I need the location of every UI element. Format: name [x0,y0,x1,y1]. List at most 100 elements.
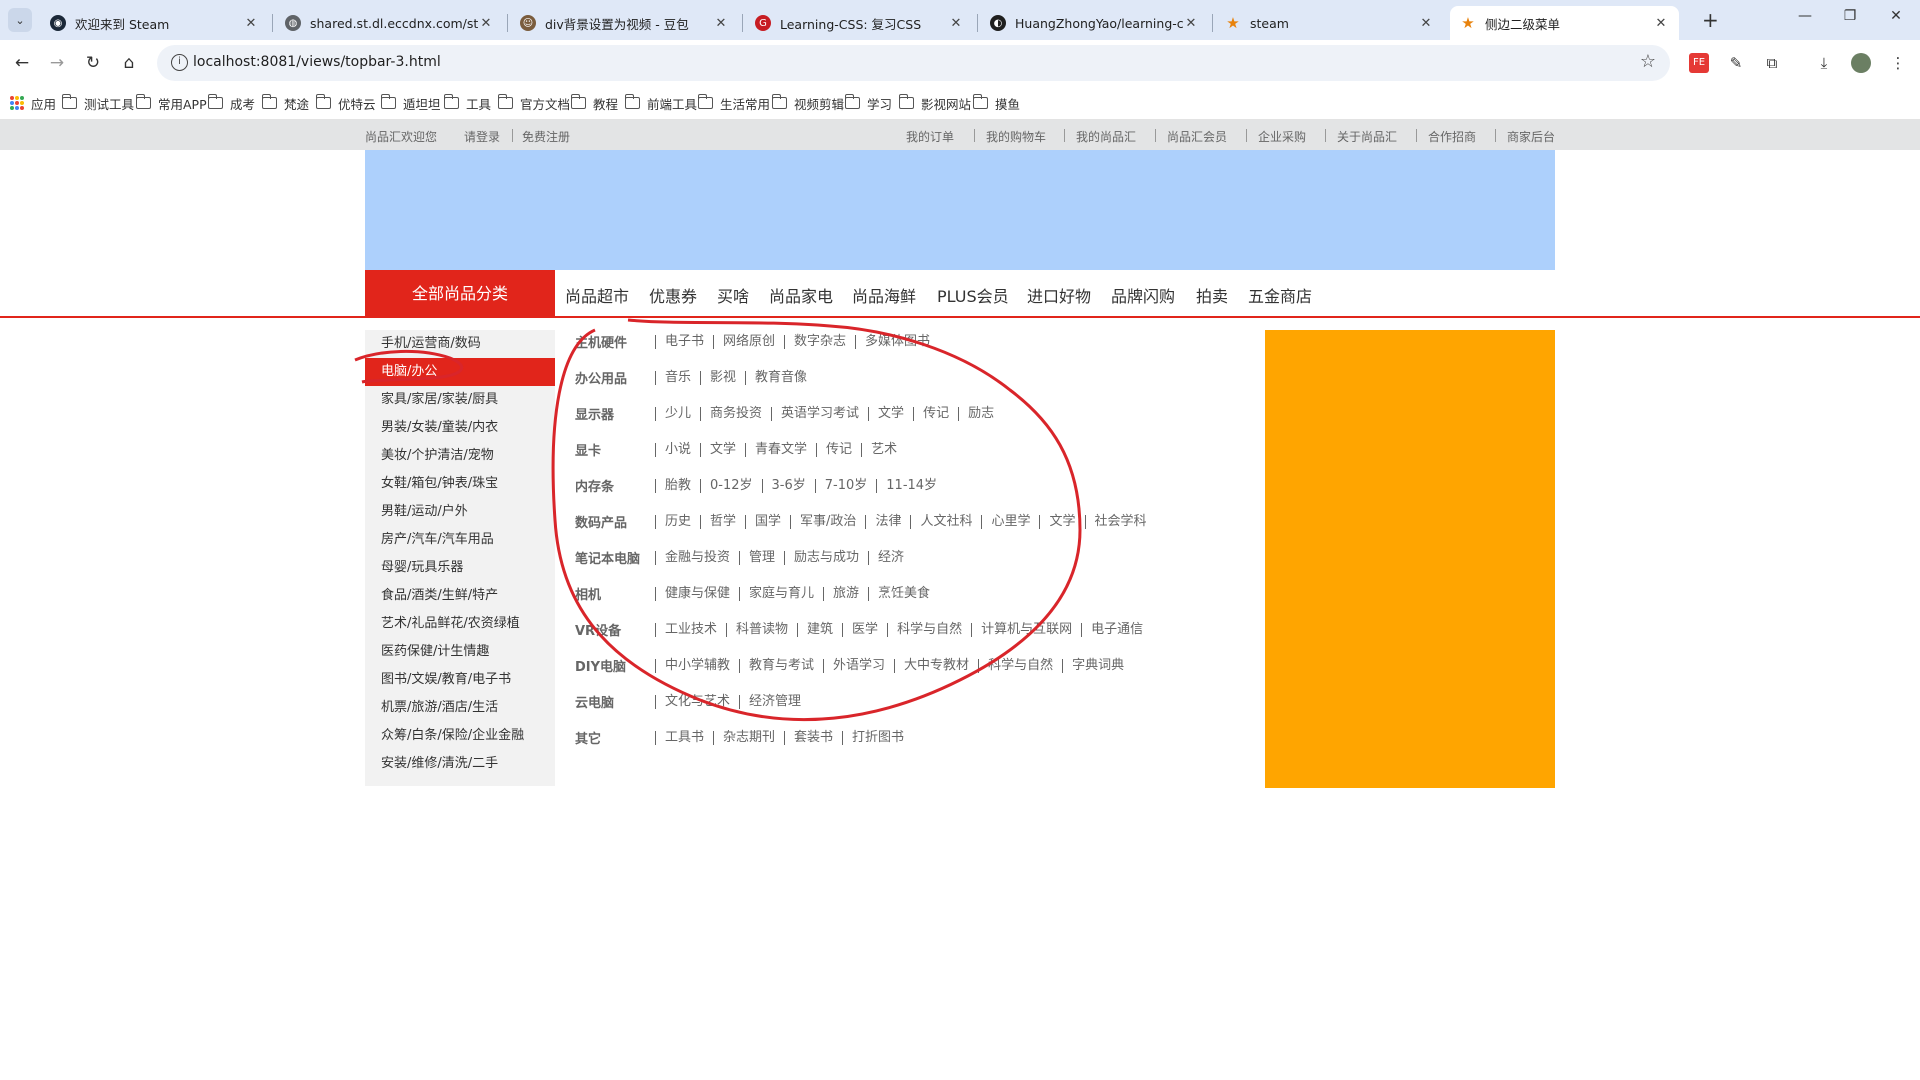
address-bar[interactable]: i localhost:8081/views/topbar-3.html ☆ [157,45,1670,81]
submenu-title[interactable]: 相机 [575,584,655,603]
restore-button[interactable]: ❐ [1830,8,1870,24]
submenu-link[interactable]: 网络原创 [713,335,784,349]
topbar-link[interactable]: 我的购物车 [986,128,1046,145]
bookmark-folder[interactable]: 摸鱼 [972,94,1020,112]
submenu-link[interactable]: 音乐 [655,371,700,385]
submenu-link[interactable]: 文学 [1039,515,1084,529]
submenu-link[interactable]: 英语学习考试 [771,407,868,421]
forward-icon[interactable]: → [45,52,69,76]
submenu-link[interactable]: 影视 [700,371,745,385]
sidebar-category[interactable]: 美妆/个护清洁/宠物 [365,442,555,470]
submenu-link[interactable]: 商务投资 [700,407,771,421]
submenu-title[interactable]: VR设备 [575,620,655,639]
bookmark-folder[interactable]: 梵途 [261,94,309,112]
submenu-link[interactable]: 医学 [842,623,887,637]
sidebar-category[interactable]: 食品/酒类/生鲜/特产 [365,582,555,610]
bookmark-star-icon[interactable]: ☆ [1640,51,1656,72]
tab-search-button[interactable]: ⌄ [8,8,32,32]
submenu-link[interactable]: 哲学 [700,515,745,529]
submenu-link[interactable]: 文化与艺术 [655,695,739,709]
login-link[interactable]: 请登录 [464,128,500,145]
nav-link[interactable]: PLUS会员 [937,283,1009,307]
close-tab-icon[interactable]: ✕ [948,16,964,31]
submenu-link[interactable]: 教育与考试 [739,659,823,673]
submenu-link[interactable]: 少儿 [655,407,700,421]
register-link[interactable]: 免费注册 [522,128,570,145]
submenu-link[interactable]: 心里学 [981,515,1039,529]
eyedropper-icon[interactable]: ✎ [1726,53,1746,73]
close-window-button[interactable]: ✕ [1876,8,1916,24]
close-tab-icon[interactable]: ✕ [1653,16,1669,31]
sidebar-category[interactable]: 男装/女装/童装/内衣 [365,414,555,442]
submenu-title[interactable]: 主机硬件 [575,332,655,351]
submenu-link[interactable]: 文学 [868,407,913,421]
submenu-link[interactable]: 11-14岁 [876,479,946,493]
submenu-link[interactable]: 管理 [739,551,784,565]
submenu-link[interactable]: 数字杂志 [784,335,855,349]
submenu-link[interactable]: 传记 [816,443,861,457]
submenu-link[interactable]: 科普读物 [726,623,797,637]
nav-link[interactable]: 拍卖 [1196,283,1228,307]
home-icon[interactable]: ⌂ [117,52,141,76]
submenu-title[interactable]: 内存条 [575,476,655,495]
bookmark-folder[interactable]: 成考 [207,94,255,112]
profile-avatar[interactable] [1851,53,1871,73]
submenu-link[interactable]: 法律 [865,515,910,529]
topbar-link[interactable]: 我的尚品汇 [1076,128,1136,145]
browser-tab[interactable]: ★ 侧边二级菜单 ✕ [1450,6,1679,40]
sidebar-category[interactable]: 艺术/礼品鲜花/农资绿植 [365,610,555,638]
submenu-link[interactable]: 电子通信 [1081,623,1152,637]
close-tab-icon[interactable]: ✕ [1183,16,1199,31]
submenu-title[interactable]: 数码产品 [575,512,655,531]
download-icon[interactable]: ⤓ [1814,53,1834,73]
browser-tab[interactable]: ◐ HuangZhongYao/learning-c ✕ [980,6,1209,40]
sidebar-category[interactable]: 众筹/白条/保险/企业金融 [365,722,555,750]
nav-link[interactable]: 尚品家电 [769,283,833,307]
close-tab-icon[interactable]: ✕ [713,16,729,31]
submenu-link[interactable]: 胎教 [655,479,700,493]
submenu-title[interactable]: 云电脑 [575,692,655,711]
close-tab-icon[interactable]: ✕ [1418,16,1434,31]
submenu-link[interactable]: 军事/政治 [790,515,865,529]
submenu-link[interactable]: 国学 [745,515,790,529]
browser-tab[interactable]: G Learning-CSS: 复习CSS ✕ [745,6,974,40]
browser-tab[interactable]: ★ steam ✕ [1215,6,1444,40]
bookmark-folder[interactable]: 常用APP [135,94,207,112]
submenu-link[interactable]: 字典词典 [1062,659,1133,673]
submenu-link[interactable]: 家庭与育儿 [739,587,823,601]
bookmark-apps[interactable]: 应用 [10,94,56,112]
submenu-link[interactable]: 经济 [868,551,913,565]
bookmark-folder[interactable]: 测试工具 [61,94,134,112]
submenu-link[interactable]: 电子书 [655,335,713,349]
sidebar-category[interactable]: 母婴/玩具乐器 [365,554,555,582]
submenu-link[interactable]: 历史 [655,515,700,529]
nav-link[interactable]: 尚品超市 [565,283,629,307]
submenu-title[interactable]: 显示器 [575,404,655,423]
submenu-title[interactable]: DIY电脑 [575,656,655,675]
bookmark-folder[interactable]: 工具 [443,94,491,112]
browser-tab[interactable]: ◍ shared.st.dl.eccdnx.com/stor ✕ [275,6,504,40]
sidebar-category[interactable]: 房产/汽车/汽车用品 [365,526,555,554]
browser-tab[interactable]: ◉ 欢迎来到 Steam ✕ [40,6,269,40]
submenu-link[interactable]: 金融与投资 [655,551,739,565]
nav-link[interactable]: 品牌闪购 [1111,283,1175,307]
topbar-link[interactable]: 合作招商 [1428,128,1476,145]
all-categories-button[interactable]: 全部尚品分类 [365,270,555,318]
submenu-link[interactable]: 励志与成功 [784,551,868,565]
submenu-link[interactable]: 经济管理 [739,695,810,709]
bookmark-folder[interactable]: 前端工具 [624,94,697,112]
nav-link[interactable]: 进口好物 [1027,283,1091,307]
submenu-link[interactable]: 社会学科 [1084,515,1156,529]
submenu-link[interactable]: 健康与保健 [655,587,739,601]
submenu-link[interactable]: 科学与自然 [978,659,1062,673]
submenu-link[interactable]: 传记 [913,407,958,421]
bookmark-folder[interactable]: 官方文档 [497,94,570,112]
submenu-link[interactable]: 多媒体图书 [855,335,939,349]
bookmark-folder[interactable]: 遁坦坦 [380,94,441,112]
submenu-link[interactable]: 小说 [655,443,700,457]
close-tab-icon[interactable]: ✕ [478,16,494,31]
nav-link[interactable]: 买啥 [717,283,749,307]
submenu-title[interactable]: 笔记本电脑 [575,548,655,567]
submenu-link[interactable]: 7-10岁 [814,479,877,493]
bookmark-folder[interactable]: 影视网站 [898,94,971,112]
